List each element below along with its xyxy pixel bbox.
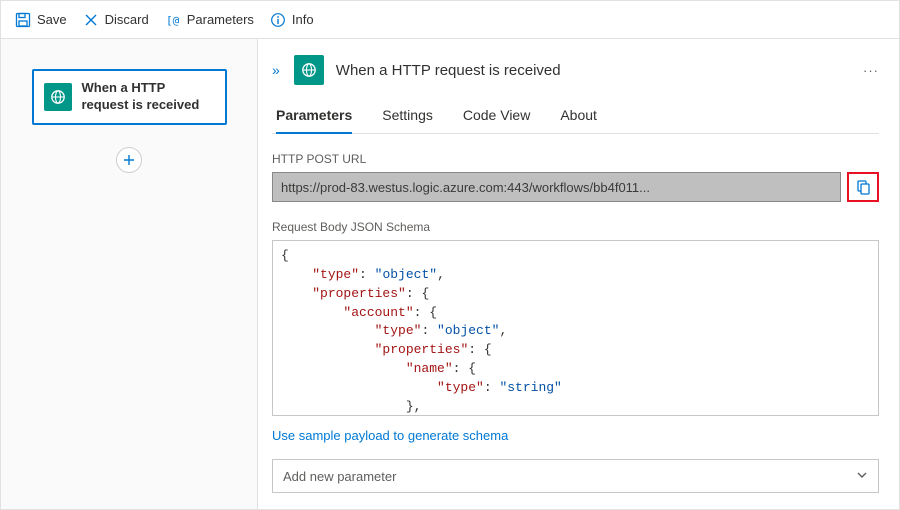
details-tabs: Parameters Settings Code View About: [272, 99, 879, 134]
save-button[interactable]: Save: [15, 12, 67, 28]
more-menu-button[interactable]: ···: [863, 63, 879, 78]
use-sample-payload-link[interactable]: Use sample payload to generate schema: [272, 428, 508, 443]
plus-icon: [122, 153, 136, 167]
parameters-icon: [@]: [165, 12, 181, 28]
tab-codeview[interactable]: Code View: [463, 99, 530, 133]
trigger-card[interactable]: When a HTTP request is received: [32, 69, 227, 125]
svg-text:[@]: [@]: [166, 14, 181, 27]
add-parameter-label: Add new parameter: [283, 469, 396, 484]
chevron-down-icon: [856, 469, 868, 484]
details-title: When a HTTP request is received: [336, 62, 561, 79]
copy-icon: [855, 179, 871, 195]
http-post-url-input[interactable]: [272, 172, 841, 202]
discard-label: Discard: [105, 12, 149, 27]
tab-about[interactable]: About: [560, 99, 597, 133]
copy-url-button[interactable]: [847, 172, 879, 202]
http-connector-icon: [44, 83, 72, 111]
tab-settings[interactable]: Settings: [382, 99, 433, 133]
discard-icon: [83, 12, 99, 28]
top-toolbar: Save Discard [@] Parameters Info: [1, 1, 899, 39]
discard-button[interactable]: Discard: [83, 12, 149, 28]
tab-parameters[interactable]: Parameters: [276, 99, 352, 133]
url-field-label: HTTP POST URL: [272, 152, 879, 166]
info-icon: [270, 12, 286, 28]
collapse-pane-button[interactable]: »: [272, 62, 280, 78]
save-label: Save: [37, 12, 67, 27]
parameters-button[interactable]: [@] Parameters: [165, 12, 254, 28]
add-parameter-dropdown[interactable]: Add new parameter: [272, 459, 879, 493]
details-pane: » When a HTTP request is received ··· Pa…: [258, 39, 899, 509]
http-connector-icon: [294, 55, 324, 85]
json-schema-textarea[interactable]: { "type": "object", "properties": { "acc…: [272, 240, 879, 416]
info-button[interactable]: Info: [270, 12, 314, 28]
add-step-button[interactable]: [116, 147, 142, 173]
designer-canvas: When a HTTP request is received: [1, 39, 258, 509]
schema-field-label: Request Body JSON Schema: [272, 220, 879, 234]
parameters-label: Parameters: [187, 12, 254, 27]
trigger-card-label: When a HTTP request is received: [82, 80, 215, 114]
save-icon: [15, 12, 31, 28]
info-label: Info: [292, 12, 314, 27]
